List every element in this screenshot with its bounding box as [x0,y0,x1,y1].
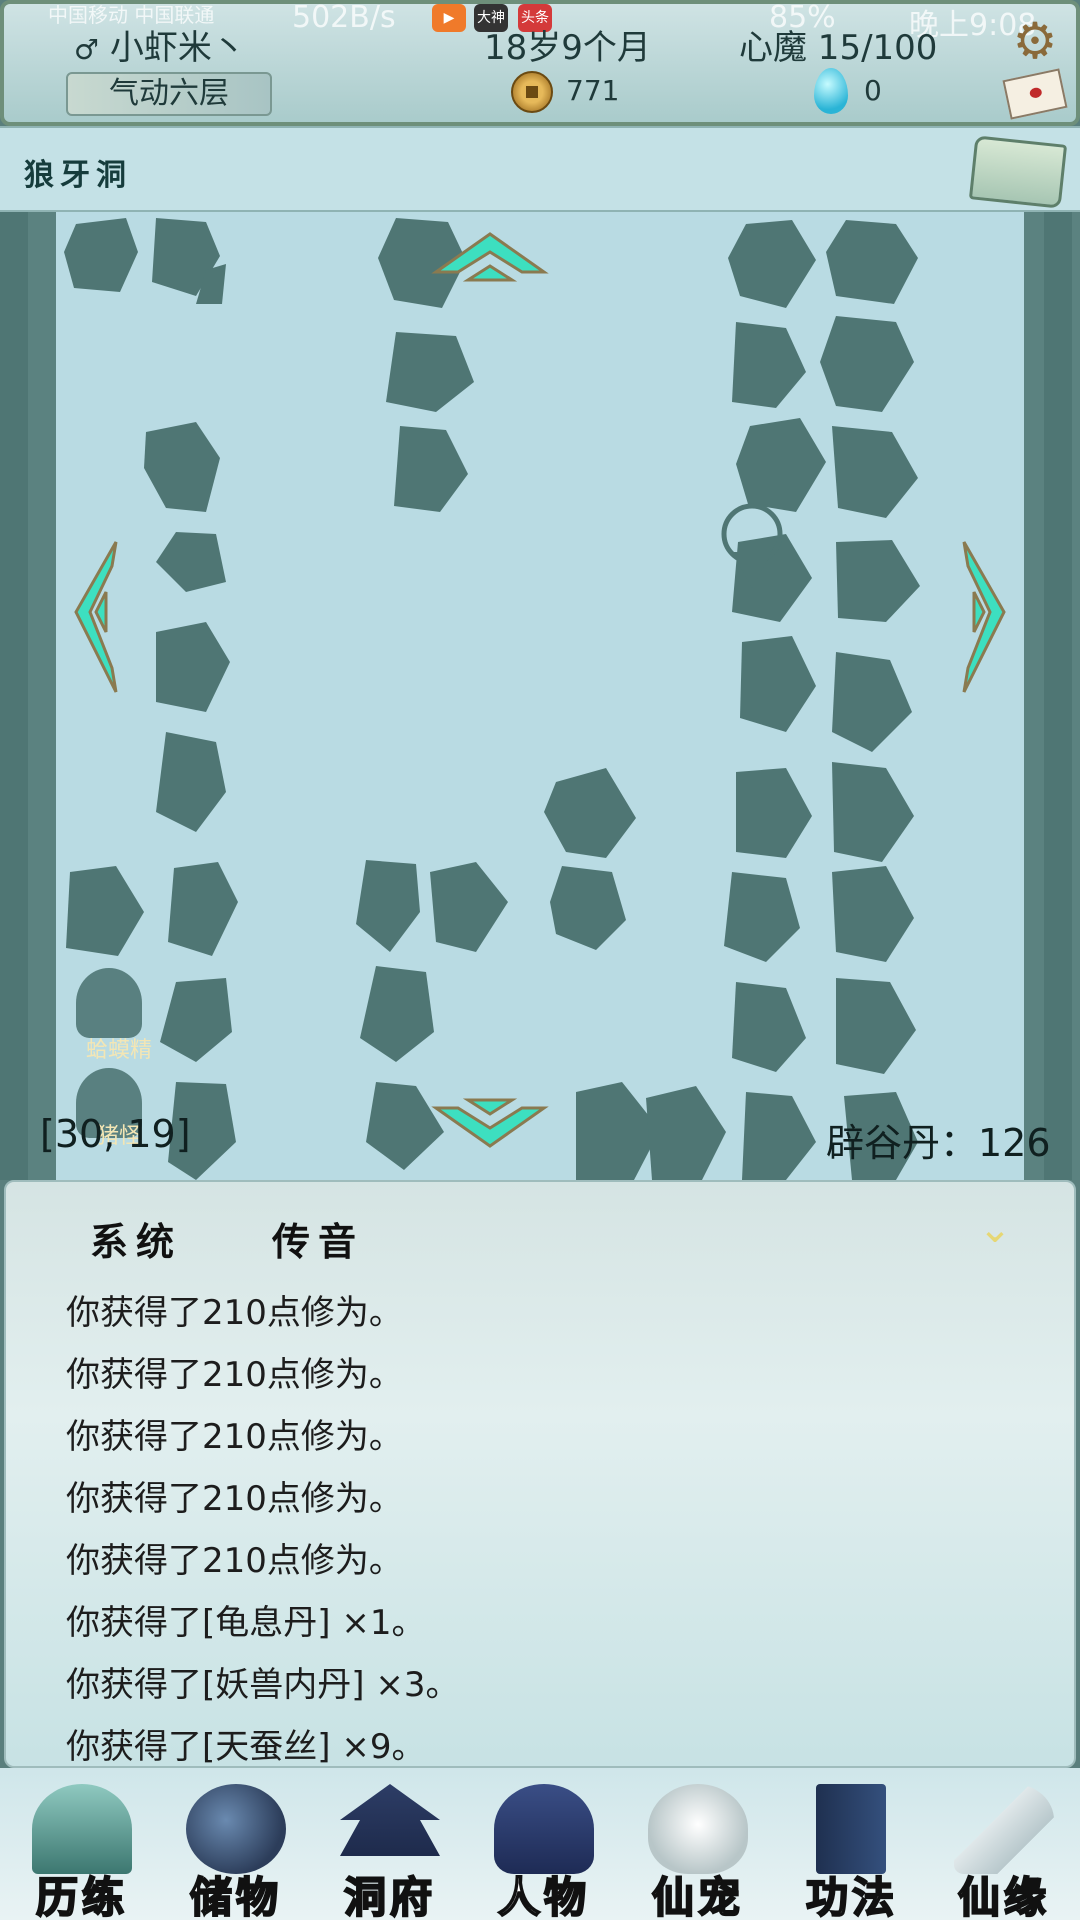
player-name-text: 小虾米丶 [109,28,246,68]
nav-label: 储物 [189,1872,282,1920]
nav-item-chuwu[interactable]: 储物 [160,1768,312,1920]
map-scroll-icon[interactable] [968,135,1068,209]
gender-icon: ♂ [74,33,100,66]
chevron-double-down-icon[interactable]: ⌄ [972,1206,1018,1252]
nav-item-dongfu[interactable]: 洞府 [314,1768,466,1920]
nav-arrow-up-icon[interactable] [436,222,546,282]
chat-message: 你获得了210点修为。 [66,1293,403,1333]
network-speed: 502B/s [292,0,396,35]
gem-count: 0 [864,74,882,107]
nav-item-lilian[interactable]: 历练 [6,1768,158,1920]
mountain-icon [32,1784,132,1874]
book-icon [816,1784,886,1874]
chat-message: 你获得了210点修为。 [66,1417,403,1457]
map-rocks [64,218,1006,1180]
npc-silhouette [76,968,142,1038]
nav-item-gongfa[interactable]: 功法 [776,1768,928,1920]
crane-icon [954,1784,1054,1874]
top-header: 中国移动 中国联通 502B/s ▶ 大神 头条 85% 晚上9:08 ♂ 小虾… [0,0,1080,126]
player-location-pin-icon [722,504,782,590]
coin-count: 771 [566,74,620,107]
npc-label: 蛤蟆精 [85,1038,152,1063]
pet-icon [648,1784,748,1874]
chat-message: 你获得了[妖兽内丹] ×3。 [66,1665,460,1705]
person-icon [494,1784,594,1874]
nav-label: 历练 [35,1872,128,1920]
nav-arrow-left-icon[interactable] [70,542,120,692]
nav-label: 仙宠 [651,1872,744,1920]
location-bar: 狼牙洞 [0,126,1080,212]
player-name[interactable]: ♂ 小虾米丶 [74,20,246,69]
pagoda-icon [340,1784,440,1856]
chat-message: 你获得了210点修为。 [66,1479,403,1519]
player-age: 18岁9个月 [484,28,651,68]
nav-arrow-down-icon[interactable] [436,1092,546,1152]
realm-badge[interactable]: 气动六层 [66,72,272,116]
coin-icon [511,71,553,113]
dungeon-map: 蛤蟆精 猪怪 [0,212,1080,1180]
nav-label: 仙缘 [957,1872,1050,1920]
bigu-dan-count: 辟谷丹：126 [826,1121,1051,1165]
nav-item-xianyuan[interactable]: 仙缘 [928,1768,1080,1920]
chat-log[interactable]: 你获得了210点修为。 你获得了210点修为。 你获得了210点修为。 你获得了… [66,1282,1026,1767]
tab-system[interactable]: 系统 [84,1214,234,1270]
map-coordinates: [30, 19] [40,1112,191,1156]
xinmo-counter: 心魔 15/100 [739,28,938,68]
npc-toad-spirit[interactable]: 蛤蟆精 [64,968,154,1063]
tab-whisper[interactable]: 传音 [266,1214,416,1270]
notification-app-icon: ▶ [432,4,466,32]
nav-item-xianchong[interactable]: 仙宠 [622,1768,774,1920]
chat-message: 你获得了210点修为。 [66,1355,403,1395]
location-name: 狼牙洞 [24,158,132,193]
nav-label: 功法 [805,1872,898,1920]
spirit-stone-icon [814,68,848,114]
bottom-nav: 历练 储物 洞府 人物 仙宠 功法 仙缘 [0,1768,1080,1920]
mail-icon[interactable] [1002,68,1068,120]
nav-label: 人物 [497,1872,590,1920]
nav-label: 洞府 [343,1872,436,1920]
chat-message: 你获得了210点修为。 [66,1541,403,1581]
gear-icon[interactable]: ⚙ [1010,16,1060,66]
bag-icon [186,1784,286,1874]
chat-message: 你获得了[天蚕丝] ×9。 [66,1727,426,1767]
nav-arrow-right-icon[interactable] [960,542,1010,692]
chat-panel: 系统 传音 ⌄ 你获得了210点修为。 你获得了210点修为。 你获得了210点… [4,1180,1076,1768]
nav-item-renwu[interactable]: 人物 [468,1768,620,1920]
chat-message: 你获得了[龟息丹] ×1。 [66,1603,426,1643]
map-canvas[interactable]: 蛤蟆精 猪怪 [56,212,1024,1180]
